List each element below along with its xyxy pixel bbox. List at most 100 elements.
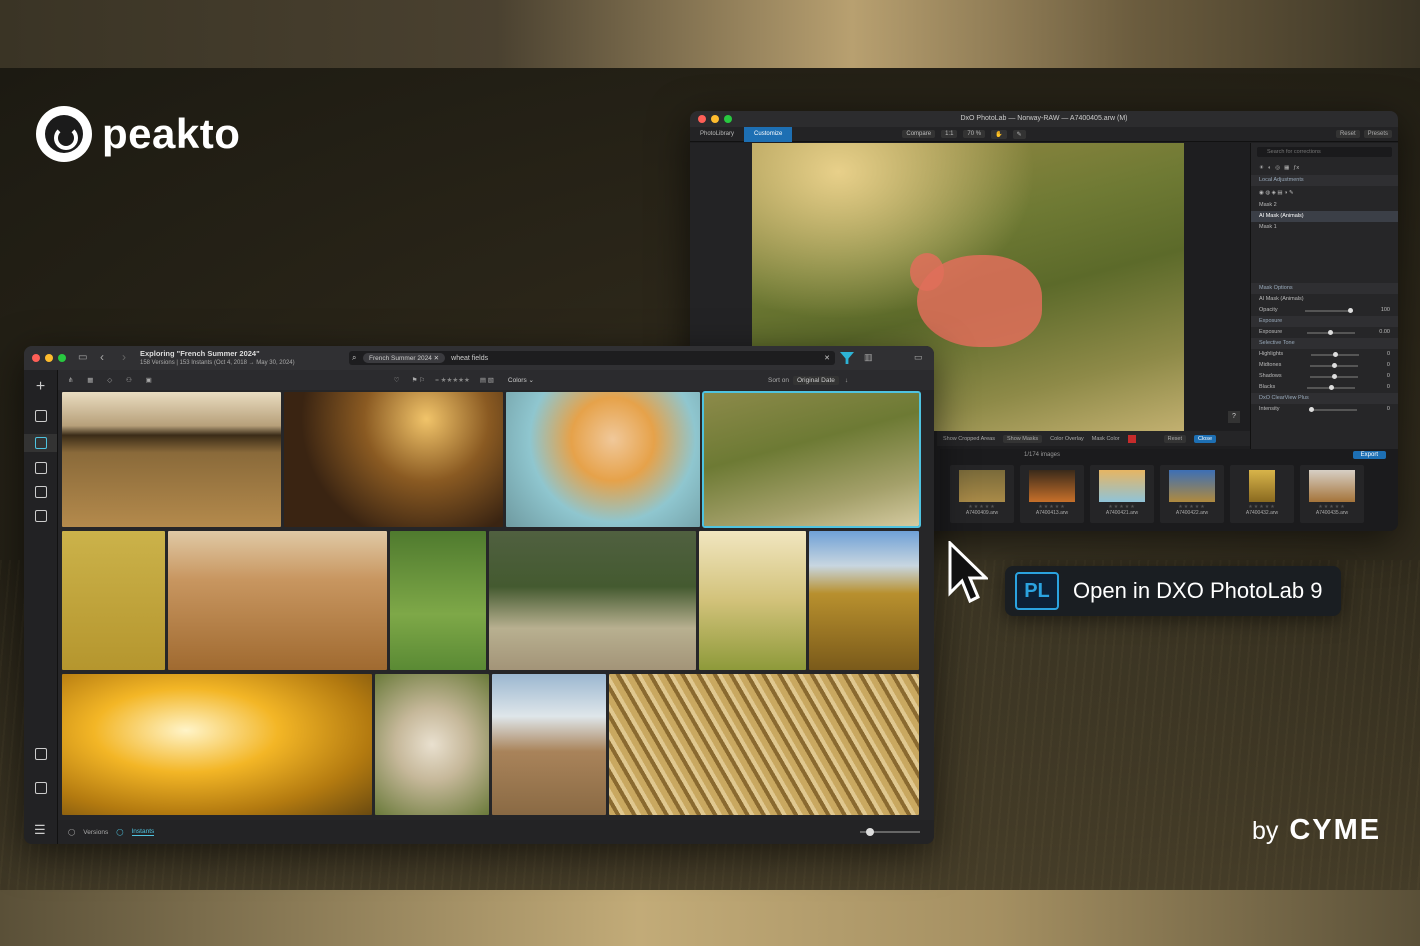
sidebar-item-single[interactable] <box>24 410 57 422</box>
open-in-photolab-button[interactable]: PL Open in DXO PhotoLab 9 <box>1005 566 1341 616</box>
rating-filter-icon[interactable]: = ★★★★★ <box>435 376 470 384</box>
sidebar-item-map[interactable] <box>24 486 57 498</box>
filmstrip-item[interactable]: ★★★★★ A7400421.arw <box>1090 465 1154 523</box>
exposure-slider[interactable] <box>1306 329 1355 335</box>
photo-tile[interactable] <box>390 531 486 670</box>
slider-handle[interactable] <box>866 828 874 836</box>
photo-tile[interactable] <box>168 531 387 670</box>
photo-tile[interactable] <box>375 674 489 815</box>
corrections-search-input[interactable]: Search for corrections <box>1257 147 1392 157</box>
filmstrip-item[interactable]: ★★★★★ A7400435.arw <box>1300 465 1364 523</box>
light-icon[interactable]: ☀ <box>1259 163 1264 174</box>
zoom-select[interactable]: 70 % <box>963 130 986 138</box>
photo-tile[interactable] <box>489 531 696 670</box>
clearview-header[interactable]: DxO ClearView Plus <box>1251 393 1398 404</box>
exposure-header[interactable]: Exposure <box>1251 316 1398 327</box>
export-button[interactable]: Export <box>1352 451 1386 459</box>
panel-toggle-icon[interactable]: ▭ <box>914 352 923 363</box>
tab-photolibrary[interactable]: PhotoLibrary <box>690 127 744 142</box>
midtones-value[interactable]: 0 <box>1387 360 1390 371</box>
presets-button[interactable]: Presets <box>1363 130 1392 138</box>
photo-tile[interactable] <box>492 674 606 815</box>
instants-toggle-icon[interactable]: ◯ <box>116 828 123 836</box>
sidebar-item-sync[interactable] <box>35 782 47 794</box>
instants-tab[interactable]: Instants <box>131 828 155 836</box>
photo-tile[interactable] <box>62 531 165 670</box>
fx-icon[interactable]: ƒx <box>1293 163 1299 174</box>
photo-tile-selected[interactable] <box>702 391 921 528</box>
mask-reset-button[interactable]: Reset <box>1163 434 1186 443</box>
menu-icon[interactable]: ☰ <box>34 822 46 838</box>
versions-tab[interactable]: Versions <box>83 829 108 836</box>
search-chip[interactable]: French Summer 2024 ✕ <box>363 353 446 363</box>
photo-tile[interactable] <box>609 674 919 815</box>
mask-2-row[interactable]: Mask 2 <box>1251 200 1398 211</box>
filmstrip-item[interactable]: ★★★★★ A7400409.arw <box>950 465 1014 523</box>
photo-tile[interactable] <box>62 674 372 815</box>
sidebar-item-faces[interactable] <box>24 510 57 522</box>
thumbnail-size-slider[interactable] <box>860 828 920 836</box>
blacks-value[interactable]: 0 <box>1387 382 1390 393</box>
photo-tile[interactable] <box>62 392 281 527</box>
mask-tools-icon[interactable]: ◉ ◍ ◈ ▤ ◑ ✎ <box>1259 188 1294 199</box>
add-icon[interactable]: + <box>24 378 57 396</box>
opacity-slider[interactable] <box>1305 307 1354 313</box>
ai-mask-row[interactable]: AI Mask (Animals) <box>1251 211 1398 222</box>
detail-icon[interactable]: ◎ <box>1275 163 1280 174</box>
sidebar-item-grid[interactable] <box>24 434 57 452</box>
versions-toggle-icon[interactable]: ◯ <box>68 828 75 836</box>
selective-tone-header[interactable]: Selective Tone <box>1251 338 1398 349</box>
sort-select[interactable]: Original Date <box>792 375 839 385</box>
intensity-slider[interactable] <box>1309 406 1358 412</box>
intensity-value[interactable]: 0 <box>1387 404 1390 415</box>
highlights-slider[interactable] <box>1311 351 1360 357</box>
compare-button[interactable]: Compare <box>902 130 936 138</box>
zoom-1to1-button[interactable]: 1:1 <box>941 130 958 138</box>
highlights-value[interactable]: 0 <box>1387 349 1390 360</box>
sidebar-item-albums[interactable] <box>24 462 57 474</box>
colors-filter[interactable]: Colors ⌄ <box>508 376 534 384</box>
sidebar-item-import[interactable] <box>35 748 47 760</box>
shadows-slider[interactable] <box>1310 373 1359 379</box>
blacks-slider[interactable] <box>1307 384 1356 390</box>
reset-button[interactable]: Reset <box>1335 130 1360 138</box>
local-adjustments-header[interactable]: Local Adjustments <box>1251 175 1398 186</box>
sidebar-toggle-icon[interactable]: ▭ <box>78 352 87 363</box>
midtones-slider[interactable] <box>1310 362 1359 368</box>
exposure-value[interactable]: 0.00 <box>1379 327 1390 338</box>
geometry-icon[interactable]: ▦ <box>1284 163 1289 174</box>
sort-direction-icon[interactable]: ↓ <box>845 377 848 384</box>
color-icon[interactable]: ◐ <box>1268 163 1271 174</box>
photo-tile[interactable] <box>506 392 700 527</box>
stats-icon[interactable]: ▥ <box>864 352 873 363</box>
photo-tile[interactable] <box>809 531 919 670</box>
mask-1-row[interactable]: Mask 1 <box>1251 222 1398 233</box>
forward-icon[interactable]: › <box>122 350 126 364</box>
search-bar[interactable]: ⌕ French Summer 2024 ✕ wheat fields ✕ <box>349 351 835 365</box>
flag-icon[interactable]: ⚑ ⚐ <box>412 376 425 384</box>
opacity-value[interactable]: 100 <box>1381 305 1390 316</box>
search-query[interactable]: wheat fields <box>451 355 488 362</box>
photo-tile[interactable] <box>699 531 806 670</box>
eyedropper-icon[interactable]: ✎ <box>1012 129 1026 139</box>
hand-tool-icon[interactable]: ✋ <box>991 129 1007 139</box>
photo-tile[interactable] <box>284 392 503 527</box>
tab-customize[interactable]: Customize <box>744 126 793 142</box>
filmstrip-item[interactable]: ★★★★★ A7400432.arw <box>1230 465 1294 523</box>
shadows-value[interactable]: 0 <box>1387 371 1390 382</box>
help-button[interactable]: ? <box>1228 411 1240 423</box>
window-controls[interactable] <box>698 115 732 123</box>
filmstrip-item[interactable]: ★★★★★ A7400413.arw <box>1020 465 1084 523</box>
toolbar-icons[interactable]: ⋔ ▦ ◇ ⚇ ▣ <box>68 376 158 384</box>
media-type-icon[interactable]: ▤ ▧ <box>480 376 494 384</box>
filter-icon[interactable] <box>840 352 854 364</box>
filmstrip-item[interactable]: ★★★★★ A7400422.arw <box>1160 465 1224 523</box>
window-controls[interactable] <box>32 354 66 362</box>
show-cropped-toggle[interactable]: Show Cropped Areas <box>943 436 995 442</box>
mask-color-swatch[interactable] <box>1127 434 1136 443</box>
back-icon[interactable]: ‹ <box>100 350 104 364</box>
mask-options-header[interactable]: Mask Options <box>1251 283 1398 294</box>
heart-icon[interactable]: ♡ <box>394 376 400 384</box>
clear-search-icon[interactable]: ✕ <box>824 354 830 362</box>
show-masks-toggle[interactable]: Show Masks <box>1002 434 1043 443</box>
